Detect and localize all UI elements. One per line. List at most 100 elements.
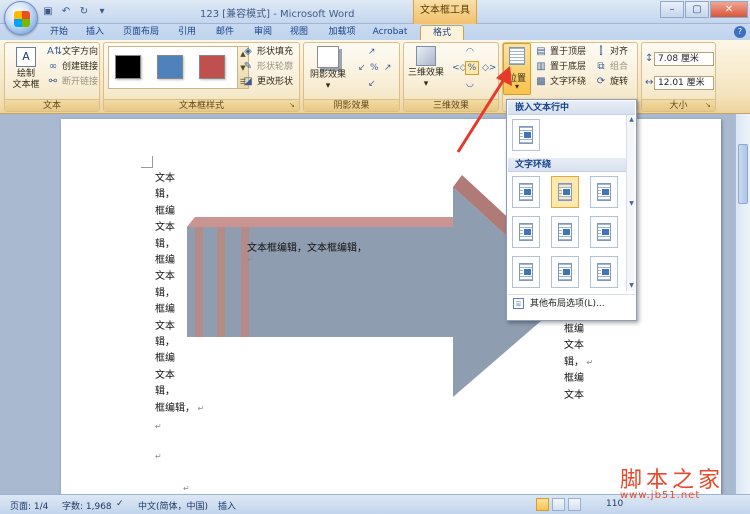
nudge-shadow-up-icon[interactable]: ↗ [368,47,376,57]
wrap-option-7[interactable] [512,256,540,288]
tab-review[interactable]: 审阅 [248,25,278,40]
print-layout-view-icon[interactable] [536,498,549,511]
tab-page-layout[interactable]: 页面布局 [118,25,164,40]
tab-mailings[interactable]: 邮件 [210,25,240,40]
wrap-position-icon [519,223,533,241]
title-bar: ▣ ↶ ↻ ▾ 123 [兼容模式] - Microsoft Word 文本框工… [0,0,750,24]
paragraph-mark-2: ↵ [155,452,162,461]
nudge-shadow-left-icon[interactable]: ↙ [358,63,366,73]
scrollbar-thumb[interactable] [738,144,748,204]
scroll-more-icon[interactable]: ▼ [627,281,636,290]
wrap-option-1[interactable] [512,176,540,208]
quick-access-toolbar: ▣ ↶ ↻ ▾ [42,5,108,19]
group-shadow: 阴影效果 ▾ ↗ ↙ % ↗ ↙ 阴影效果 [303,42,400,112]
tab-references[interactable]: 引用 [172,25,202,40]
wrap-position-icon [558,183,572,201]
close-button[interactable]: ✕ [710,1,748,18]
right-text-column: 框编 文本 辑， ↵ 框编 文本 [564,322,593,404]
help-icon[interactable]: ? [734,26,746,38]
styles-dialog-launcher-icon[interactable]: ↘ [289,101,297,109]
ribbon: A 绘制 文本框 A⇅ 文字方向 ∞ 创建链接 ⚯ 断开链接 文本 ▲ ▼ ☰ ◈ 形状填充… [0,40,750,114]
wrap-option-3[interactable] [590,176,618,208]
create-link-button[interactable]: ∞ 创建链接 [47,60,98,74]
redo-icon[interactable]: ↻ [78,6,90,18]
wrap-option-6[interactable] [590,216,618,248]
tab-view[interactable]: 视图 [284,25,314,40]
paragraph-mark-1: ↵ [155,422,162,431]
text-line: 框编 [564,324,584,335]
wrap-option-5[interactable] [551,216,579,248]
save-icon[interactable]: ▣ [42,6,54,18]
web-view-icon[interactable] [568,498,581,511]
text-direction-button[interactable]: A⇅ 文字方向 [47,45,98,59]
bring-front-icon: ▤ [536,46,546,57]
wrap-option-9[interactable] [590,256,618,288]
qat-dropdown-icon[interactable]: ▾ [96,6,108,18]
arrow-text[interactable]: 文本框编辑，文本框编辑， [247,239,367,254]
text-wrap-button[interactable]: ▩ 文字环绕 [535,75,586,89]
style-swatch-red[interactable] [199,55,225,79]
text-line: 辑， ↵ [564,356,594,368]
scroll-up-icon[interactable]: ▲ [627,115,636,124]
minimize-button[interactable]: – [660,1,684,18]
wrap-option-8[interactable] [551,256,579,288]
height-icon: ↕ [645,53,654,64]
pen-icon: ✎ [243,61,253,72]
break-link-button[interactable]: ⚯ 断开链接 [47,75,98,89]
change-shape-button[interactable]: ◪ 更改形状 [242,75,293,89]
vertical-scrollbar[interactable] [735,114,750,494]
wrap-option-2[interactable] [551,176,579,208]
shape-outline-button[interactable]: ✎ 形状轮廓 [242,60,293,74]
shadow-toggle-icon[interactable]: % [370,63,379,73]
tab-insert[interactable]: 插入 [80,25,110,40]
nudge-shadow-down-icon[interactable]: ↙ [368,79,376,89]
tilt-up-icon[interactable]: ◠ [466,47,474,57]
wrap-position-icon [558,223,572,241]
proofing-icon[interactable]: ✓ [116,499,124,509]
tab-format[interactable]: 格式 [420,25,464,41]
group-text: A 绘制 文本框 A⇅ 文字方向 ∞ 创建链接 ⚯ 断开链接 文本 [4,42,100,112]
full-screen-view-icon[interactable] [552,498,565,511]
group-label-styles: 文本框样式 [104,99,299,111]
status-page[interactable]: 页面: 1/4 [10,499,48,512]
scroll-down-icon[interactable]: ▼ [627,199,636,208]
status-insert-mode[interactable]: 插入 [218,499,236,512]
wrap-position-icon [597,223,611,241]
status-words[interactable]: 字数: 1,968 [62,499,112,512]
wrap-position-icon [519,183,533,201]
undo-icon[interactable]: ↶ [60,6,72,18]
more-layout-options[interactable]: ⌸ 其他布局选项(L)... [508,294,635,312]
tab-acrobat[interactable]: Acrobat [368,25,412,40]
link-icon: ∞ [48,61,58,72]
shape-fill-button[interactable]: ◈ 形状填充 [242,45,293,59]
arrow-band-1 [195,227,203,337]
3d-effects-button[interactable]: 三维效果 ▾ [406,46,446,90]
send-to-back-button[interactable]: ▥ 置于底层 [535,60,586,74]
draw-textbox-label: 绘制 文本框 [12,69,40,90]
status-language[interactable]: 中文(简体，中国) [138,499,208,512]
wrap-option-4[interactable] [512,216,540,248]
size-dialog-launcher-icon[interactable]: ↘ [705,101,713,109]
width-input[interactable]: 12.01 厘米 [654,76,714,90]
tab-addins[interactable]: 加载项 [322,25,362,40]
rotate-button[interactable]: ⟳ 旋转 [595,75,628,89]
nudge-shadow-right-icon[interactable]: ↗ [384,63,392,73]
dropdown-scrollbar[interactable]: ▲ ▼ ▼ [626,115,635,291]
layout-options-icon: ⌸ [513,298,524,309]
arrow-top-face [187,217,476,227]
align-icon: ⫿ [599,46,603,57]
draw-textbox-button[interactable]: A 绘制 文本框 [9,47,43,91]
group-button[interactable]: ⧉ 组合 [595,60,628,74]
width-icon: ↔ [645,77,654,88]
office-button[interactable] [4,1,38,35]
style-swatch-blue[interactable] [157,55,183,79]
office-logo-icon [14,11,30,27]
style-swatch-black[interactable] [115,55,141,79]
maximize-button[interactable]: ▢ [685,1,709,18]
paragraph-mark-arrow: ↵ [247,255,254,264]
align-button[interactable]: ⫿ 对齐 [595,45,628,59]
tab-home[interactable]: 开始 [42,25,76,40]
bring-to-front-button[interactable]: ▤ 置于顶层 [535,45,586,59]
height-input[interactable]: 7.08 厘米 [654,52,714,66]
shadow-effects-button[interactable]: 阴影效果 ▾ [308,46,348,92]
